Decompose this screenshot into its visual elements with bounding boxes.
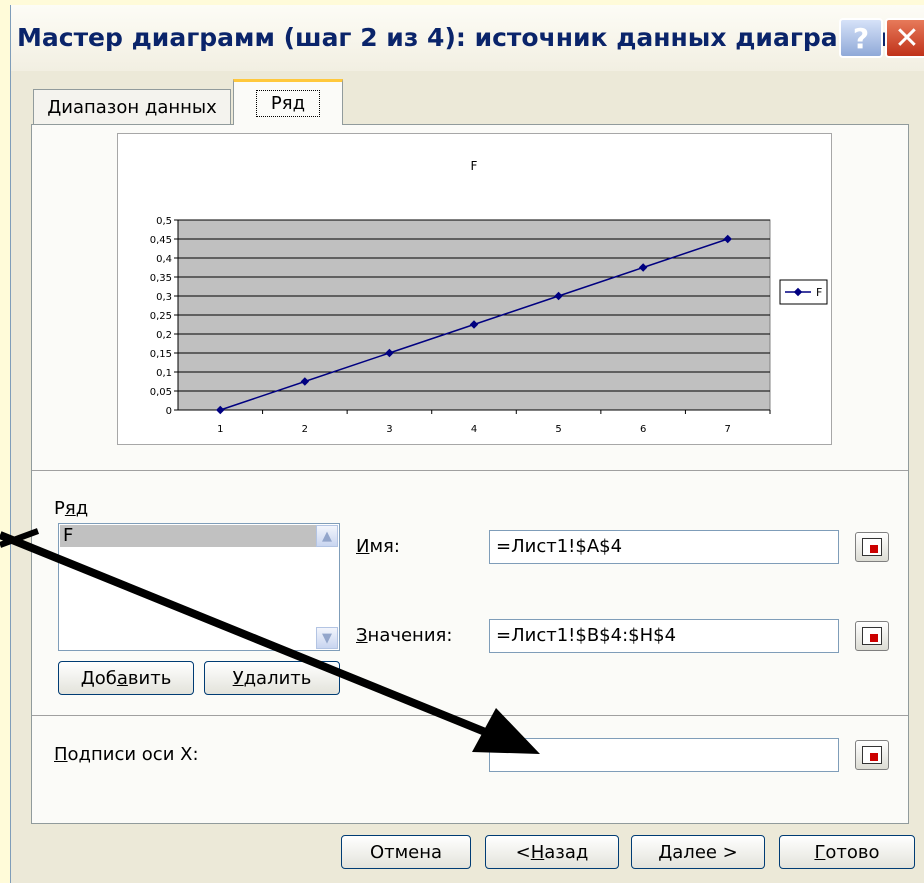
scroll-up-icon[interactable]: ▲	[316, 525, 338, 547]
x-tick-label: 1	[217, 424, 223, 435]
x-labels-label: Подписи оси X:	[54, 744, 199, 765]
separator-top	[32, 470, 908, 471]
legend-label: F	[816, 286, 822, 299]
next-button[interactable]: Далее >	[631, 835, 765, 869]
x-labels-range-button[interactable]	[855, 740, 889, 770]
close-icon: ✕	[894, 20, 920, 56]
x-labels-field[interactable]	[489, 738, 839, 772]
series-label: Ряд	[54, 498, 89, 519]
x-tick-label: 2	[302, 424, 308, 435]
values-label: Значения:	[356, 625, 453, 646]
close-button[interactable]: ✕	[885, 18, 924, 58]
y-tick-label: 0,2	[156, 330, 172, 341]
y-tick-label: 0,25	[150, 311, 172, 322]
y-tick-label: 0,35	[150, 273, 172, 284]
series-listbox[interactable]: F ▲ ▼	[58, 523, 340, 651]
cancel-button[interactable]: Отмена	[341, 835, 471, 869]
add-series-button[interactable]: Доб а вить	[58, 661, 194, 695]
tab-series[interactable]: Ряд	[233, 79, 343, 125]
back-button[interactable]: < Назад	[485, 835, 619, 869]
title-bar: Мастер диаграмм (шаг 2 из 4): источник д…	[11, 5, 924, 71]
window-title: Мастер диаграмм (шаг 2 из 4): источник д…	[17, 23, 902, 52]
values-field[interactable]: =Лист1!$B$4:$H$4	[489, 619, 839, 653]
help-button[interactable]: ?	[839, 18, 883, 58]
chart-wizard-dialog: Мастер диаграмм (шаг 2 из 4): источник д…	[10, 5, 924, 883]
name-label: Имя:	[356, 536, 400, 557]
tab-data-range[interactable]: Диапазон данных	[33, 89, 231, 125]
finish-button[interactable]: Готово	[779, 835, 915, 869]
list-item[interactable]: F	[60, 525, 316, 547]
y-tick-label: 0,1	[156, 368, 172, 379]
tab-data-range-label: Диапазон данных	[47, 97, 217, 118]
y-tick-label: 0,45	[150, 235, 172, 246]
x-tick-label: 4	[471, 424, 477, 435]
help-icon: ?	[852, 21, 870, 55]
y-tick-label: 0,5	[156, 216, 172, 227]
x-tick-label: 3	[386, 424, 392, 435]
y-tick-label: 0,4	[156, 254, 172, 265]
y-tick-label: 0	[166, 406, 172, 417]
tab-series-label: Ряд	[255, 90, 321, 117]
delete-series-button[interactable]: Удалить	[204, 661, 340, 695]
name-field[interactable]: =Лист1!$A$4	[489, 530, 839, 564]
x-tick-label: 7	[725, 424, 731, 435]
y-tick-label: 0,3	[156, 292, 172, 303]
x-tick-label: 6	[640, 424, 646, 435]
x-tick-label: 5	[555, 424, 561, 435]
chart-title: F	[471, 159, 478, 173]
chart-svg: F 0 0,05 0,1 0,15 0,2 0,25 0,3 0,35 0,4 0,45 0,5 1 2…	[150, 159, 828, 435]
y-tick-label: 0,05	[150, 387, 172, 398]
separator-bottom	[32, 715, 908, 716]
chart-preview: F 0 0,05 0,1 0,15 0,2 0,25 0,3 0,35 0,4 0,45 0,5 1 2…	[117, 133, 832, 445]
values-range-button[interactable]	[855, 621, 889, 651]
name-range-button[interactable]	[855, 532, 889, 562]
tab-panel: F 0 0,05 0,1 0,15 0,2 0,25 0,3 0,35 0,4 0,45 0,5 1 2…	[31, 124, 909, 824]
scroll-down-icon[interactable]: ▼	[316, 627, 338, 649]
y-tick-label: 0,15	[150, 349, 172, 360]
